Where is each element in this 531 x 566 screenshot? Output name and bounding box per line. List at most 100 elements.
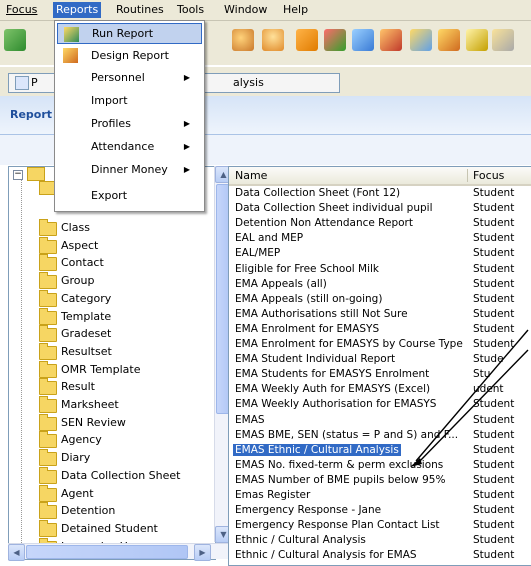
- book-icon[interactable]: [296, 29, 318, 51]
- dropdown-item[interactable]: Design Report: [57, 45, 200, 66]
- page-icon: [15, 76, 29, 90]
- list-icon[interactable]: [492, 29, 514, 51]
- dropdown-item[interactable]: Import: [57, 90, 200, 111]
- folder-icon: [39, 466, 57, 484]
- folder-icon: [39, 342, 57, 360]
- list-row[interactable]: Data Collection Sheet individual pupil St…: [229, 202, 531, 214]
- tree-item-label: Resultset: [61, 344, 112, 358]
- report-name: EMAS No. fixed-term & perm exclusions: [235, 458, 444, 471]
- dropdown-item[interactable]: Attendance ▶: [57, 136, 200, 157]
- tree-item-label: Marksheet: [61, 398, 119, 411]
- folder-icon: [39, 396, 57, 413]
- list-row[interactable]: EMAS Number of BME pupils below 95% Stude…: [229, 474, 531, 486]
- list-row[interactable]: EMA Weekly Authorisation for EMASYS Stude…: [229, 398, 531, 410]
- tree-item-label: Diary: [61, 451, 91, 465]
- dropdown-item[interactable]: Export: [57, 185, 200, 206]
- hscroll-thumb[interactable]: [26, 545, 188, 559]
- flag-icon[interactable]: [324, 29, 346, 51]
- submenu-arrow-icon: ▶: [183, 119, 190, 128]
- report-focus: Student: [473, 187, 515, 199]
- tree-item-label: Group: [61, 274, 95, 288]
- list-row[interactable]: EMA Authorisations still Not Sure Student: [229, 308, 531, 320]
- list-row[interactable]: Ethnic / Cultural Analysis Student: [229, 534, 531, 546]
- menu-reports[interactable]: Reports: [53, 2, 102, 18]
- list-row[interactable]: Eligible for Free School Milk Student: [229, 263, 531, 275]
- folder-icon: [39, 272, 57, 290]
- list-row[interactable]: EAL/MEP Student: [229, 247, 531, 259]
- root-folder-icon: [27, 167, 45, 181]
- report-design-icon[interactable]: [438, 29, 460, 51]
- column-name[interactable]: Name: [235, 167, 267, 184]
- dropdown-item[interactable]: Personnel ▶: [57, 67, 200, 88]
- menu-routines[interactable]: Routines: [113, 2, 167, 18]
- address-button-label: P: [31, 76, 38, 89]
- list-row[interactable]: EMAS BME, SEN (status = P and S) and F..…: [229, 429, 531, 441]
- report-name: Detention Non Attendance Report: [235, 217, 413, 230]
- list-row[interactable]: Emergency Response - Jane Student: [229, 504, 531, 516]
- folder-icon: [39, 360, 57, 378]
- menu-tools[interactable]: Tools: [174, 2, 207, 18]
- collapse-icon[interactable]: −: [13, 170, 23, 180]
- report-focus: Student: [473, 262, 515, 275]
- document-icon[interactable]: [466, 29, 488, 51]
- tree-item-label: Class: [61, 221, 90, 234]
- back-forward-icon[interactable]: [4, 29, 26, 51]
- list-row[interactable]: EAL and MEP Student: [229, 232, 531, 244]
- list-row[interactable]: EMAS Ethnic / Cultural Analysis Student: [229, 443, 531, 456]
- report-name: Data Collection Sheet individual pupil: [235, 202, 433, 215]
- tree-horizontal-scrollbar[interactable]: ◀ ▶: [8, 543, 230, 561]
- teacher-icon[interactable]: [380, 29, 402, 51]
- report-focus: Student: [473, 549, 515, 562]
- column-focus[interactable]: Focus: [473, 167, 504, 184]
- list-row[interactable]: EMA Enrolment for EMASYS Student: [229, 323, 531, 335]
- tree-item-label: Agency: [61, 433, 102, 447]
- menu-help[interactable]: Help: [280, 2, 311, 18]
- tree-item-label: OMR Template: [61, 362, 141, 376]
- report-name: EAL and MEP: [235, 232, 304, 245]
- dropdown-item[interactable]: Profiles ▶: [57, 113, 200, 134]
- list-row[interactable]: EMA Student Individual Report Stude: [229, 353, 531, 365]
- report-icon[interactable]: [410, 29, 432, 51]
- menu-focus[interactable]: Focus: [3, 2, 40, 18]
- dropdown-item[interactable]: Run Report: [57, 23, 202, 44]
- report-name: Emergency Response - Jane: [235, 504, 382, 517]
- folder-icon: [39, 219, 57, 236]
- report-name: EMAS Ethnic / Cultural Analysis: [233, 443, 401, 456]
- report-focus: Student: [473, 489, 515, 501]
- people-icon[interactable]: [232, 29, 254, 51]
- report-name: Ethnic / Cultural Analysis: [235, 534, 366, 547]
- list-row[interactable]: Emas Register Student: [229, 489, 531, 501]
- list-row[interactable]: EMA Appeals (still on-going) Student: [229, 293, 531, 305]
- report-focus: Student: [473, 473, 515, 486]
- list-row[interactable]: Ethnic / Cultural Analysis for EMAS Stude…: [229, 549, 531, 561]
- list-row[interactable]: EMAS No. fixed-term & perm exclusions Stu…: [229, 459, 531, 471]
- column-separator[interactable]: [467, 169, 468, 182]
- report-name: EMAS: [235, 413, 265, 426]
- report-focus: Student: [473, 307, 515, 320]
- report-name: EMA Appeals (still on-going): [235, 292, 383, 305]
- list-row[interactable]: Detention Non Attendance Report Student: [229, 217, 531, 229]
- report-name: EMAS Number of BME pupils below 95%: [235, 473, 446, 486]
- list-row[interactable]: Data Collection Sheet (Font 12) Student: [229, 187, 531, 199]
- list-row[interactable]: EMA Students for EMASYS Enrolment Stu: [229, 368, 531, 380]
- scroll-right-icon[interactable]: ▶: [194, 544, 211, 561]
- list-row[interactable]: Emergency Response Plan Contact List Stud…: [229, 519, 531, 531]
- report-focus: Student: [473, 232, 515, 245]
- menu-window[interactable]: Window: [221, 2, 270, 18]
- folder-icon: [39, 307, 57, 325]
- dropdown-item[interactable]: Dinner Money ▶: [57, 159, 200, 180]
- list-row[interactable]: EMA Enrolment for EMASYS by Course Type S…: [229, 338, 531, 350]
- report-name: EMA Appeals (all): [235, 277, 327, 290]
- person-icon[interactable]: [262, 29, 284, 51]
- list-row[interactable]: EMAS Student: [229, 414, 531, 426]
- folder-icon: [39, 431, 57, 449]
- scroll-left-icon[interactable]: ◀: [8, 544, 25, 561]
- list-row[interactable]: EMA Weekly Auth for EMASYS (Excel) udent: [229, 383, 531, 395]
- report-focus: Student: [473, 413, 515, 426]
- report-name: EMA Enrolment for EMASYS by Course Type: [235, 338, 463, 350]
- chart-icon[interactable]: [352, 29, 374, 51]
- list-row[interactable]: EMA Appeals (all) Student: [229, 278, 531, 290]
- report-focus: Student: [473, 534, 515, 547]
- dropdown-item-label: Export: [91, 189, 128, 202]
- report-name: EMA Students for EMASYS Enrolment: [235, 368, 430, 381]
